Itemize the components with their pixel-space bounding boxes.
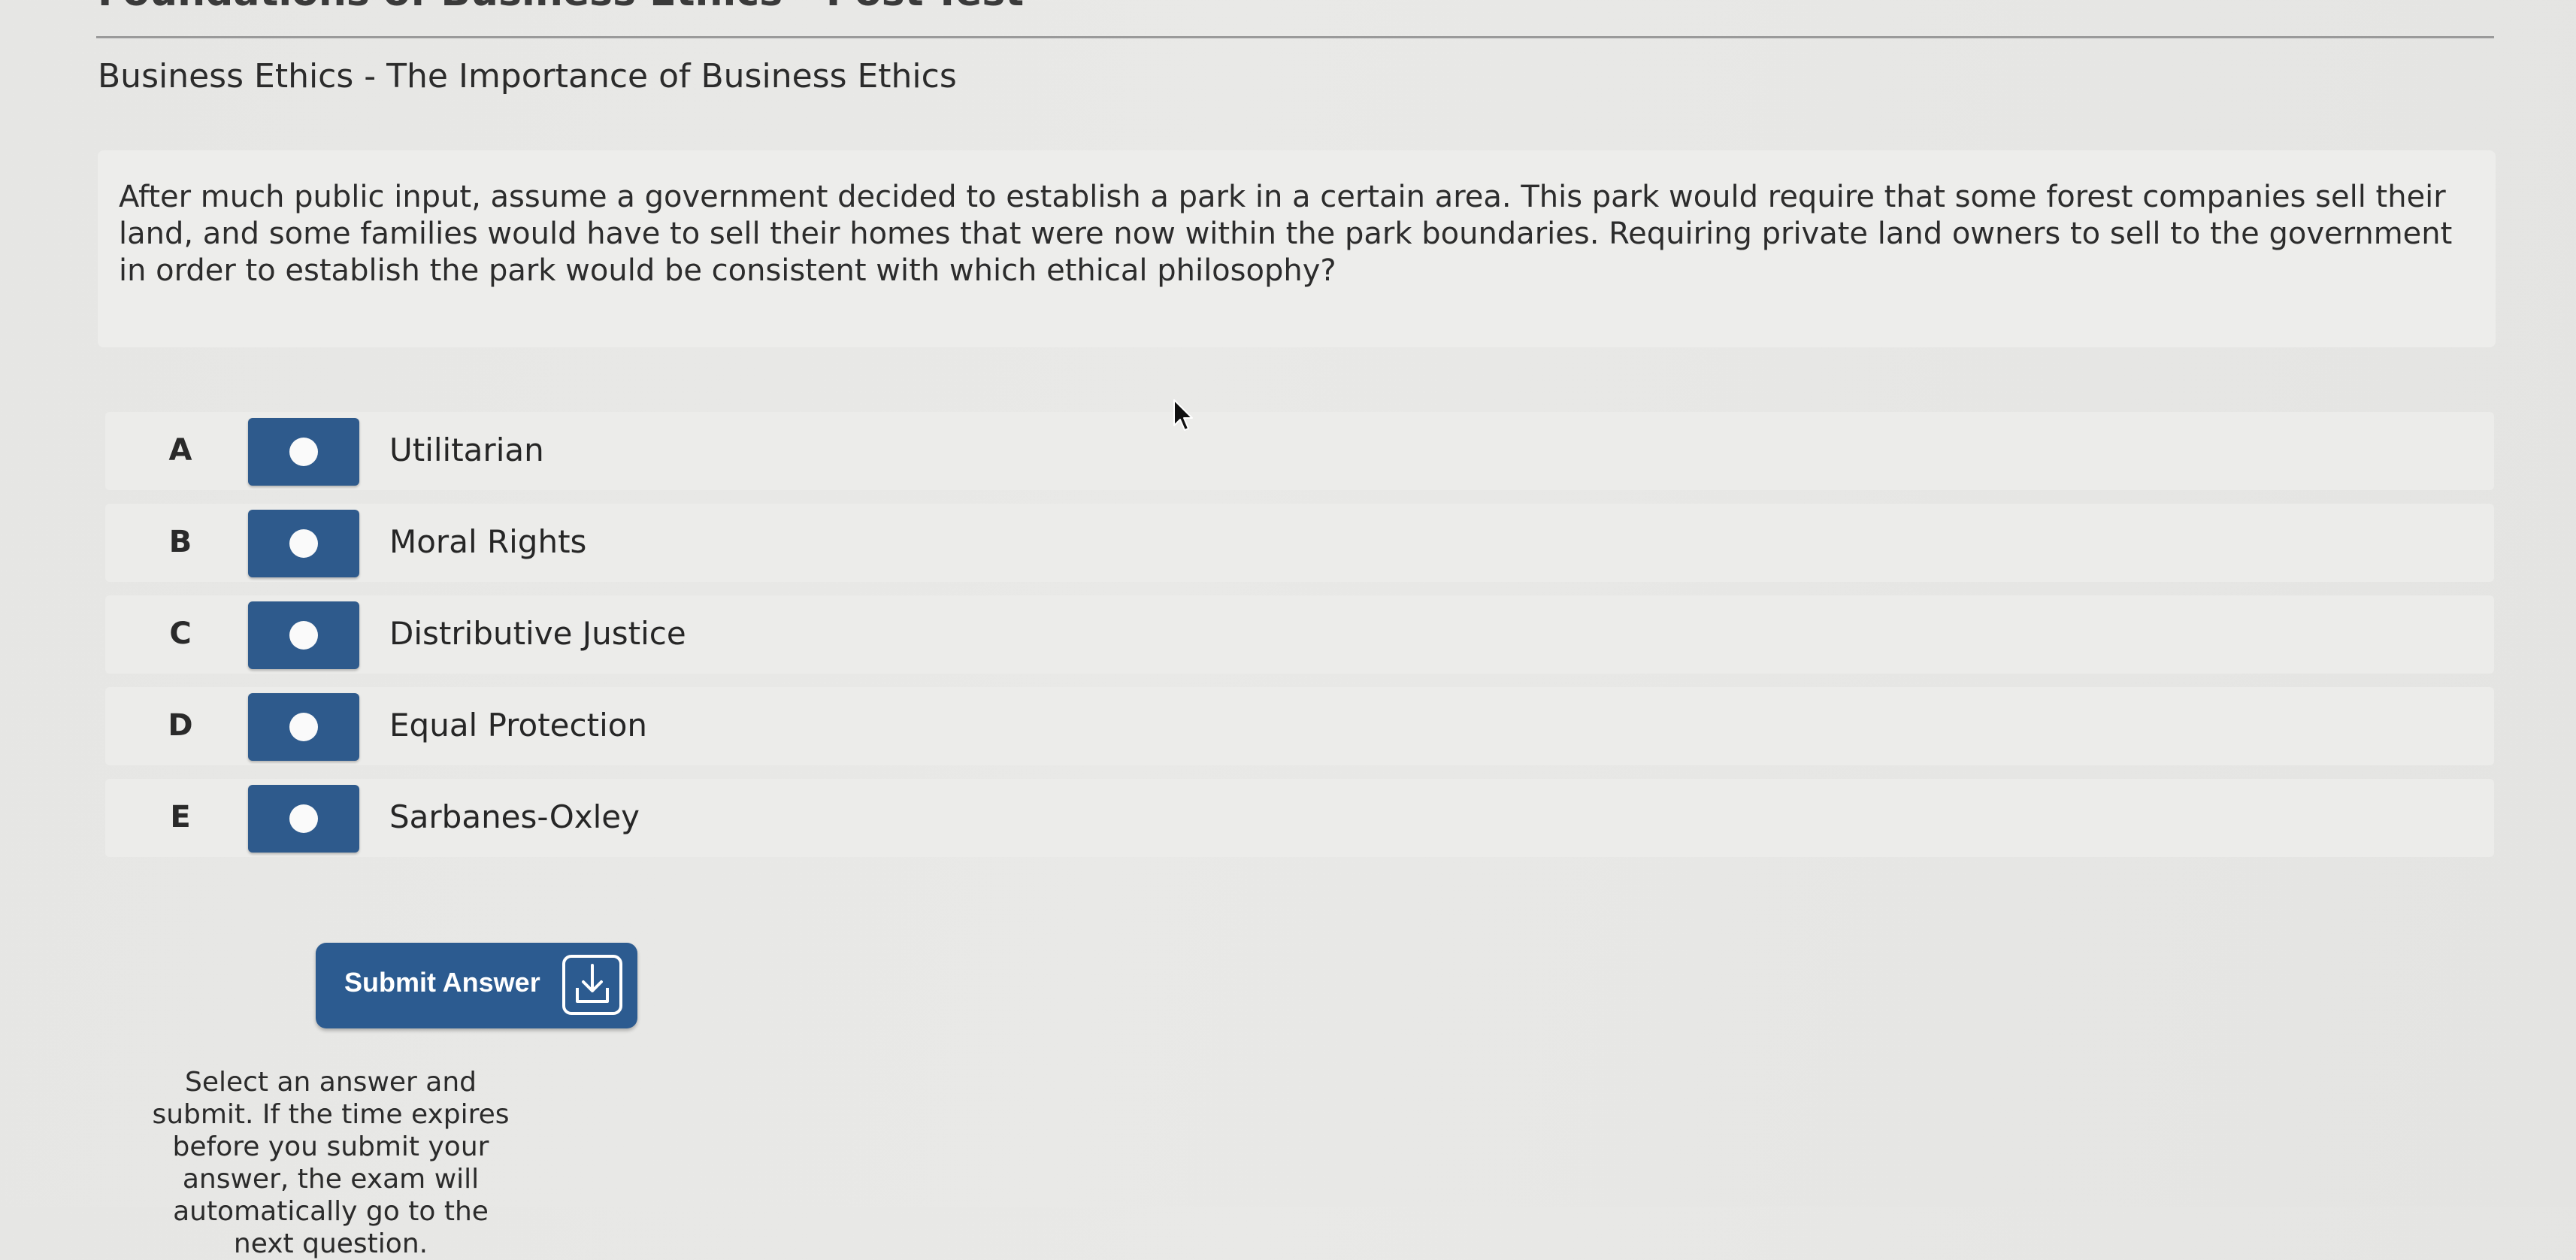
option-letter: B (168, 525, 192, 559)
option-letter: A (168, 433, 192, 468)
option-letter: E (170, 800, 191, 834)
option-c-radio-button[interactable] (248, 601, 359, 669)
option-e-radio-button[interactable] (248, 785, 359, 853)
option-letter: D (168, 708, 193, 743)
question-card: After much public input, assume a govern… (98, 150, 2496, 347)
question-text: After much public input, assume a govern… (119, 180, 2453, 288)
radio-dot-icon (289, 621, 318, 650)
option-row-c[interactable]: C Distributive Justice (105, 595, 2494, 674)
radio-dot-icon (289, 713, 318, 741)
exam-title: Foundations of Business Ethics - Post-Te… (98, 0, 1024, 15)
answer-options: A Utilitarian B Moral Rights C Distribut… (105, 412, 2494, 871)
radio-dot-icon (289, 529, 318, 558)
submit-answer-label: Submit Answer (344, 967, 540, 998)
header-divider (96, 36, 2494, 38)
option-label: Distributive Justice (389, 615, 686, 652)
option-row-e[interactable]: E Sarbanes-Oxley (105, 779, 2494, 857)
radio-dot-icon (289, 804, 318, 833)
option-row-b[interactable]: B Moral Rights (105, 504, 2494, 582)
option-d-radio-button[interactable] (248, 693, 359, 761)
option-label: Moral Rights (389, 523, 587, 560)
option-label: Sarbanes-Oxley (389, 798, 640, 835)
mouse-pointer-icon (1173, 399, 1193, 431)
option-b-radio-button[interactable] (248, 510, 359, 577)
option-label: Utilitarian (389, 432, 544, 468)
instructions-text: Select an answer and submit. If the time… (152, 1067, 510, 1259)
option-a-radio-button[interactable] (248, 418, 359, 486)
radio-dot-icon (289, 438, 318, 466)
option-row-d[interactable]: D Equal Protection (105, 687, 2494, 765)
option-row-a[interactable]: A Utilitarian (105, 412, 2494, 490)
submit-answer-button[interactable]: Submit Answer (316, 943, 637, 1028)
option-label: Equal Protection (389, 707, 648, 744)
option-letter: C (169, 616, 192, 651)
download-tray-icon (562, 955, 622, 1015)
section-title: Business Ethics - The Importance of Busi… (98, 57, 957, 95)
